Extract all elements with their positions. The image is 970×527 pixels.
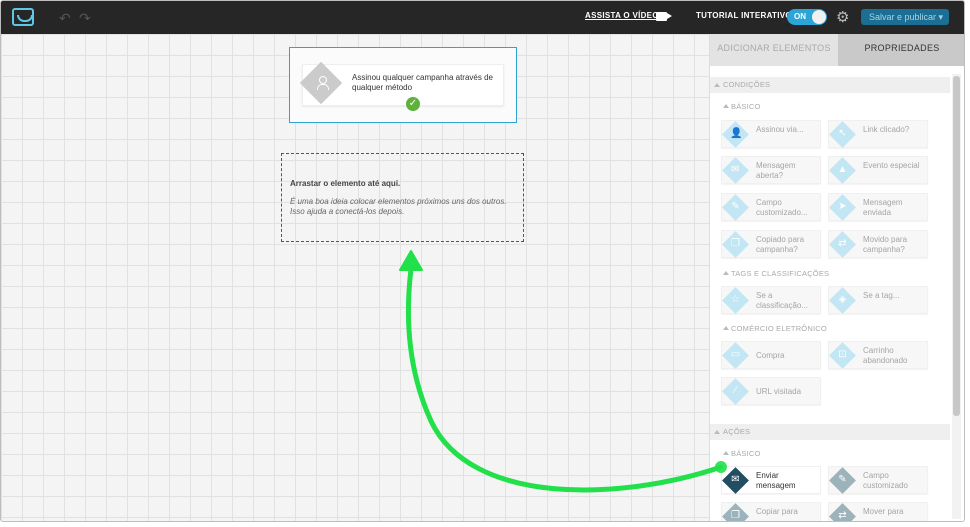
- tab-add-elements[interactable]: ADICIONAR ELEMENTOS: [710, 34, 838, 66]
- element-label: Campo customizado: [863, 471, 908, 490]
- subsection-basic[interactable]: BÁSICO: [719, 102, 761, 111]
- watch-video-link[interactable]: ASSISTA O VÍDEO: [585, 11, 659, 20]
- envelope-open-icon: ✉: [731, 164, 740, 175]
- element-label: Se a classificação...: [756, 291, 809, 310]
- toggle-label: ON: [794, 12, 806, 21]
- copy-icon: ❐: [731, 510, 740, 521]
- start-element-text: Assinou qualquer campanha através de qua…: [352, 73, 493, 92]
- redo-icon[interactable]: ↷: [79, 10, 91, 27]
- element-se-tag[interactable]: ◈ Se a tag...: [828, 286, 928, 314]
- element-label: Evento especial: [863, 161, 920, 170]
- element-evento-especial[interactable]: ▲ Evento especial: [828, 156, 928, 184]
- element-label: URL visitada: [756, 387, 802, 396]
- element-campo-customizado[interactable]: ✎ Campo customizado...: [721, 193, 821, 221]
- element-label: Carrinho abandonado: [863, 346, 908, 365]
- scrollbar-thumb[interactable]: [953, 76, 960, 416]
- drop-zone-description: É uma boa ideia colocar elementos próxim…: [290, 197, 507, 216]
- tutorial-toggle[interactable]: ON: [787, 9, 827, 25]
- drop-zone-title: Arrastar o elemento até aqui.: [290, 179, 401, 188]
- element-assinou-via[interactable]: 👤 Assinou via...: [721, 120, 821, 148]
- user-edit-icon: ✎: [731, 201, 740, 212]
- tab-properties[interactable]: PROPRIEDADES: [838, 34, 964, 66]
- save-publish-button[interactable]: Salvar e publicar ▾: [861, 9, 949, 25]
- gear-icon[interactable]: ⚙: [836, 8, 849, 26]
- tag-icon: ◈: [838, 294, 847, 305]
- element-label: Se a tag...: [863, 291, 900, 300]
- element-label: Assinou via...: [756, 125, 804, 134]
- element-label: Copiar para: [756, 507, 798, 516]
- wallet-icon: ▭: [730, 349, 741, 360]
- element-label: Compra: [756, 351, 785, 360]
- element-copiado-campanha[interactable]: ❐ Copiado para campanha?: [721, 230, 821, 258]
- copy-icon: ❐: [731, 238, 740, 249]
- subsection-tags[interactable]: TAGS E CLASSIFICAÇÕES: [719, 269, 829, 278]
- element-label: Movido para campanha?: [863, 235, 908, 254]
- element-compra[interactable]: ▭ Compra: [721, 341, 821, 369]
- element-enviar-mensagem[interactable]: ✉ Enviar mensagem: [721, 466, 821, 494]
- undo-icon[interactable]: ↶: [59, 10, 71, 27]
- element-label: Campo customizado...: [756, 198, 808, 217]
- start-element[interactable]: Assinou qualquer campanha através de qua…: [289, 47, 517, 123]
- element-movido-campanha[interactable]: ⇄ Movido para campanha?: [828, 230, 928, 258]
- element-label: Mover para: [863, 507, 904, 516]
- star-icon: ☆: [731, 294, 740, 305]
- element-label: Link clicado?: [863, 125, 910, 134]
- top-bar: ↶ ↷ ASSISTA O VÍDEO TUTORIAL INTERATIVO …: [1, 1, 964, 34]
- element-label: Copiado para campanha?: [756, 235, 805, 254]
- check-icon: ✓: [406, 97, 420, 111]
- subsection-actions-basic[interactable]: BÁSICO: [719, 449, 761, 458]
- element-mensagem-enviada[interactable]: ➤ Mensagem enviada: [828, 193, 928, 221]
- workflow-canvas[interactable]: Assinou qualquer campanha através de qua…: [1, 34, 709, 521]
- element-mover-para[interactable]: ⇄ Mover para: [828, 502, 928, 521]
- user-icon: 👤: [730, 128, 743, 139]
- cursor-icon: ↖: [838, 128, 847, 139]
- element-copiar-para[interactable]: ❐ Copiar para: [721, 502, 821, 521]
- move-icon: ⇄: [838, 238, 847, 249]
- element-se-classificacao[interactable]: ☆ Se a classificação...: [721, 286, 821, 314]
- link-icon: ∕: [734, 385, 737, 396]
- element-mensagem-aberta[interactable]: ✉ Mensagem aberta?: [721, 156, 821, 184]
- section-actions[interactable]: AÇÕES: [710, 424, 950, 440]
- app-window: ↶ ↷ ASSISTA O VÍDEO TUTORIAL INTERATIVO …: [0, 0, 965, 522]
- element-label: Mensagem enviada: [863, 198, 903, 217]
- user-edit-icon: ✎: [838, 474, 847, 485]
- element-campo-customizado-acao[interactable]: ✎ Campo customizado: [828, 466, 928, 494]
- element-link-clicado[interactable]: ↖ Link clicado?: [828, 120, 928, 148]
- user-icon: [317, 76, 329, 90]
- element-carrinho-abandonado[interactable]: ⊡ Carrinho abandonado: [828, 341, 928, 369]
- tutorial-label: TUTORIAL INTERATIVO: [696, 11, 792, 20]
- move-icon: ⇄: [838, 510, 847, 521]
- element-label: Enviar mensagem: [756, 471, 796, 490]
- element-url-visitada[interactable]: ∕ URL visitada: [721, 377, 821, 405]
- elements-panel: ADICIONAR ELEMENTOS PROPRIEDADES CONDIÇÕ…: [709, 34, 964, 521]
- cart-icon: ⊡: [838, 349, 847, 360]
- cake-icon: ▲: [837, 164, 848, 175]
- subsection-ecommerce[interactable]: COMÉRCIO ELETRÔNICO: [719, 324, 827, 333]
- video-camera-icon[interactable]: [656, 12, 672, 21]
- envelope-icon: ✉: [731, 474, 740, 485]
- element-label: Mensagem aberta?: [756, 161, 796, 180]
- drop-zone[interactable]: Arrastar o elemento até aqui. É uma boa …: [281, 153, 524, 242]
- section-conditions[interactable]: CONDIÇÕES: [710, 77, 950, 93]
- toggle-knob: [812, 10, 826, 24]
- send-icon: ➤: [838, 201, 847, 212]
- logo-icon[interactable]: [12, 8, 34, 26]
